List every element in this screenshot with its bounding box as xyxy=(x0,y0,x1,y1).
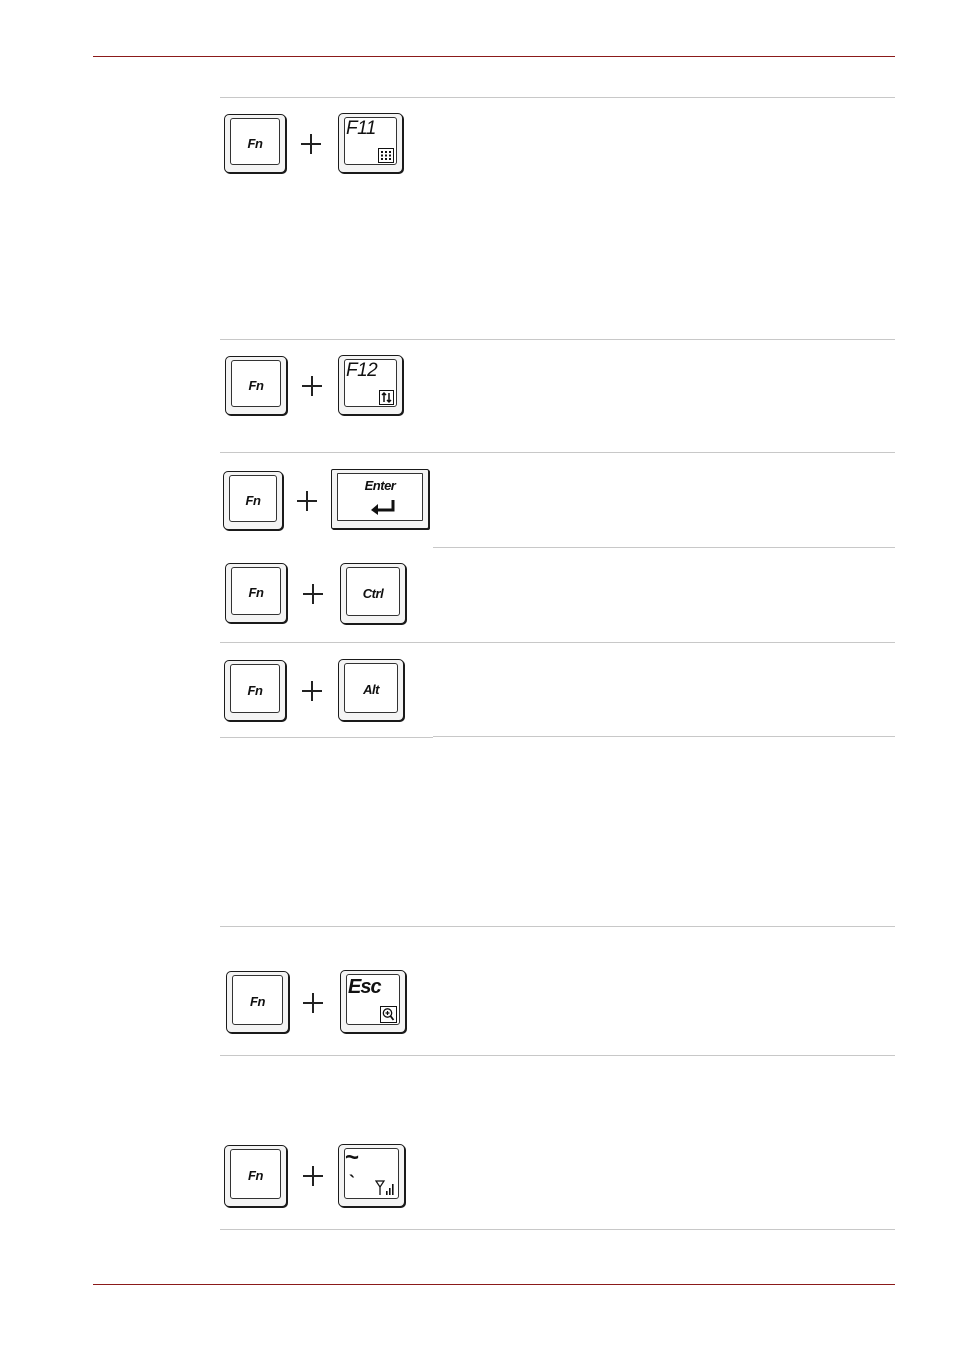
plus-icon xyxy=(303,584,323,604)
table-separator xyxy=(220,642,895,643)
enter-key: Enter xyxy=(331,469,429,529)
alt-key-label: Alt xyxy=(363,681,379,697)
magnifier-zoom-icon xyxy=(380,1006,397,1023)
fn-key: Fn xyxy=(224,114,286,173)
fn-key: Fn xyxy=(224,660,286,721)
table-separator xyxy=(220,339,895,340)
fn-key-label: Fn xyxy=(247,682,263,698)
keypad-overlay-icon xyxy=(378,148,394,163)
f11-key-label: F11 xyxy=(346,118,376,139)
tilde-key-bottom-label: ` xyxy=(349,1172,355,1192)
fn-key: Fn xyxy=(224,1145,287,1207)
plus-icon xyxy=(303,993,323,1013)
ctrl-key: Ctrl xyxy=(340,563,406,624)
footer-rule xyxy=(93,1284,895,1285)
table-separator xyxy=(433,736,895,737)
fn-key-label: Fn xyxy=(247,135,263,151)
table-separator xyxy=(220,1055,895,1056)
fn-key-label: Fn xyxy=(245,492,261,508)
scroll-lock-icon xyxy=(379,390,394,405)
fn-key: Fn xyxy=(223,471,283,530)
header-rule xyxy=(93,56,895,57)
enter-key-label: Enter xyxy=(364,478,396,493)
plus-icon xyxy=(303,1166,323,1186)
table-separator xyxy=(220,1229,895,1230)
f12-key: F12 xyxy=(338,355,403,415)
fn-key: Fn xyxy=(225,563,287,623)
fn-key-label: Fn xyxy=(250,993,265,1009)
enter-arrow-icon xyxy=(371,500,395,515)
tilde-key-top-label: ~ xyxy=(345,1144,360,1171)
ctrl-key-label: Ctrl xyxy=(362,585,384,601)
plus-icon xyxy=(302,681,322,701)
fn-key-label: Fn xyxy=(248,1167,263,1183)
table-separator xyxy=(433,547,895,548)
tilde-key: ~ ` xyxy=(338,1144,405,1207)
plus-icon xyxy=(297,491,317,511)
table-separator xyxy=(220,452,895,453)
alt-key: Alt xyxy=(338,659,404,721)
fn-key-label: Fn xyxy=(248,584,264,600)
f11-key: F11 xyxy=(338,113,403,173)
fn-key: Fn xyxy=(225,356,287,415)
wireless-signal-icon xyxy=(375,1180,394,1195)
plus-icon xyxy=(302,376,322,396)
fn-key: Fn xyxy=(226,971,289,1033)
table-separator xyxy=(220,926,895,927)
fn-key-label: Fn xyxy=(248,377,264,393)
plus-icon xyxy=(301,134,321,154)
esc-key-label: Esc xyxy=(348,976,382,998)
esc-key: Esc xyxy=(340,970,406,1033)
table-separator xyxy=(220,737,433,738)
table-separator xyxy=(220,97,895,98)
f12-key-label: F12 xyxy=(346,360,378,381)
